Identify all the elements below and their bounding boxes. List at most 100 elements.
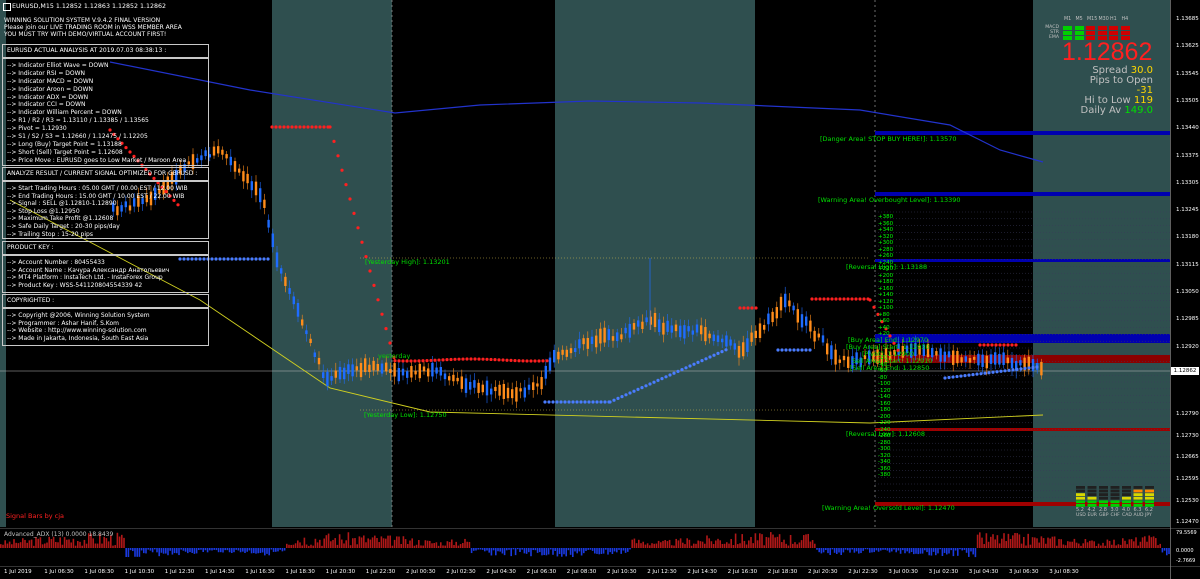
- adx-bar: [651, 543, 653, 548]
- adx-bar: [226, 548, 229, 551]
- strength-bar: [1099, 496, 1108, 500]
- candle-body: [725, 335, 728, 347]
- candle-body: [586, 338, 589, 349]
- sar-dot: [262, 257, 266, 261]
- adx-bar: [976, 534, 979, 548]
- adx-bar: [1009, 538, 1012, 548]
- candle-body: [607, 329, 610, 341]
- adx-bar: [418, 540, 420, 548]
- adx-bar: [176, 548, 178, 554]
- sar-dot: [776, 348, 780, 352]
- adx-bar: [510, 548, 512, 557]
- adx-bar: [686, 538, 688, 548]
- adx-bar: [138, 548, 141, 557]
- adx-bar: [574, 548, 576, 552]
- trend-cell: [1063, 26, 1072, 30]
- time-tick: 2 Jul 00:30: [406, 569, 436, 575]
- adx-bar: [312, 545, 314, 548]
- sar-dot: [1035, 365, 1039, 369]
- candle-body: [805, 316, 808, 326]
- adx-bar: [26, 542, 28, 548]
- adx-bar: [470, 548, 473, 554]
- header-line-2: Please join our LIVE TRADING ROOM in WSS…: [4, 24, 182, 31]
- adx-bar: [310, 544, 312, 548]
- price-tick: 1.13545: [1176, 70, 1199, 77]
- sar-dot: [477, 357, 481, 361]
- sar-dot: [696, 360, 700, 364]
- strength-bar: [1145, 500, 1154, 504]
- adx-bar: [448, 541, 451, 548]
- candle-body: [275, 252, 279, 268]
- analysis-item: --> Short (Sell) Target Point = 1.12608: [7, 148, 123, 156]
- adx-bar: [453, 545, 455, 548]
- adx-bar: [332, 539, 334, 548]
- adx-bar: [970, 548, 972, 552]
- price-tick: 1.13625: [1176, 43, 1199, 50]
- candle-body: [968, 358, 972, 363]
- sar-dot: [340, 168, 344, 172]
- time-tick: 1 Jul 08:30: [84, 569, 114, 575]
- time-axis[interactable]: 1 Jul 2019 1 Jul 06:30 1 Jul 08:30 1 Jul 10…: [0, 568, 1170, 579]
- candle-body: [943, 351, 946, 362]
- strength-currency: USD: [1076, 513, 1086, 518]
- adx-bar: [530, 548, 532, 557]
- trend-cell: [1120, 26, 1130, 30]
- adx-bar: [261, 548, 264, 553]
- adx-bar: [266, 548, 268, 554]
- sar-dot: [360, 240, 364, 244]
- candle-body: [443, 373, 447, 380]
- sar-dot: [838, 297, 842, 301]
- sar-dot: [648, 382, 652, 386]
- sar-dot: [457, 357, 461, 361]
- adx-bar: [74, 545, 77, 548]
- adx-bar: [532, 548, 534, 551]
- adx-bar: [558, 548, 561, 554]
- adx-bar: [629, 548, 631, 550]
- adx-bar: [787, 545, 790, 548]
- adx-bar: [699, 541, 702, 548]
- candle-body: [494, 386, 497, 392]
- adx-bar: [129, 548, 132, 551]
- adx-bar: [1058, 539, 1060, 548]
- adx-bar: [497, 548, 499, 552]
- adx-bar: [66, 539, 68, 548]
- adx-bar: [825, 548, 827, 551]
- adx-bar: [1119, 544, 1122, 548]
- sar-dot: [1015, 367, 1019, 371]
- adx-bar: [851, 548, 853, 550]
- adx-bar: [1051, 536, 1054, 548]
- sar-dot: [380, 312, 384, 316]
- adx-bar: [774, 537, 776, 548]
- price-tick: 1.12595: [1176, 476, 1199, 482]
- adx-bar: [1001, 538, 1003, 548]
- sar-dot: [704, 357, 708, 361]
- price-axis[interactable]: 1.13685 1.13625 1.13545 1.13505 1.13440 1.133…: [1172, 0, 1200, 527]
- adx-bar: [323, 538, 325, 548]
- candle-body: [456, 377, 459, 382]
- trend-cell: [1097, 31, 1107, 35]
- candle-body: [393, 363, 396, 377]
- candle-body: [826, 343, 829, 355]
- sar-dot: [352, 211, 356, 215]
- adx-bar: [385, 538, 387, 548]
- adx-bar: [1029, 544, 1032, 548]
- adx-bar: [959, 548, 961, 550]
- adx-bar: [70, 542, 72, 548]
- adx-bar: [189, 548, 191, 553]
- adx-bar: [1104, 545, 1106, 548]
- adx-bar: [1115, 545, 1117, 548]
- analysis-item: --> Price Move : EURUSD goes to Low Mark…: [7, 156, 187, 164]
- adx-bar: [1047, 537, 1049, 548]
- adx-bar: [303, 537, 306, 548]
- sar-dot: [979, 372, 983, 376]
- signal-item: --> Start Trading Hours : 05.00 GMT / 00…: [7, 185, 188, 192]
- sar-dot: [955, 374, 959, 379]
- sar-dot: [994, 343, 998, 347]
- adx-bar: [525, 548, 528, 554]
- mt4-chart-window[interactable]: EURUSD,M15 1.12852 1.12863 1.12852 1.128…: [0, 0, 1200, 579]
- product-item: --> MT4 Platform : InstaTech Ltd. - Inst…: [7, 274, 163, 282]
- adx-label: Advanced_ADX (13) 0.0000 18.8439: [4, 531, 114, 538]
- adx-bar: [754, 533, 757, 548]
- strength-bar: [1145, 486, 1154, 489]
- adx-bar: [466, 541, 468, 548]
